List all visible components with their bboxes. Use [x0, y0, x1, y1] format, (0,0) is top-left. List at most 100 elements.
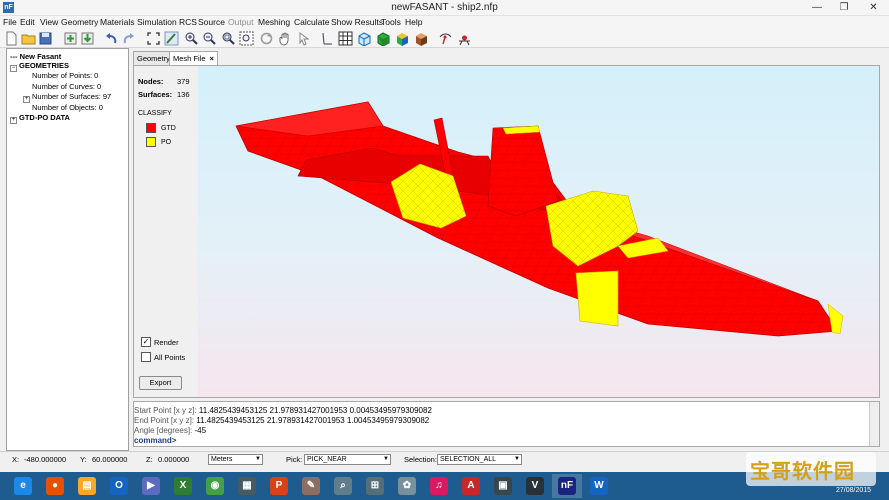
render-label: Render: [154, 338, 179, 347]
taskbar-button[interactable]: e: [8, 474, 38, 498]
tab-mesh-file-label: Mesh File: [173, 54, 206, 63]
expand-icon[interactable]: +: [23, 96, 30, 103]
taskbar-button[interactable]: ◉: [200, 474, 230, 498]
tree-root[interactable]: --- New Fasant: [10, 52, 61, 61]
menu-file[interactable]: File: [3, 16, 17, 28]
zoom-extents-icon[interactable]: [239, 31, 254, 46]
menu-simulation[interactable]: Simulation: [137, 16, 177, 28]
expand-icon[interactable]: +: [10, 117, 17, 124]
grid-icon[interactable]: [338, 31, 353, 46]
pick-select[interactable]: PICK_NEAR ▼: [304, 454, 391, 465]
taskbar-button[interactable]: ▤: [72, 474, 102, 498]
command-console[interactable]: Start Point [x y z]: 11.4825439453125 21…: [133, 401, 880, 447]
taskbar-button[interactable]: ♫: [424, 474, 454, 498]
open-folder-icon[interactable]: [21, 31, 36, 46]
menu-materials[interactable]: Materials: [100, 16, 134, 28]
tree-item-curves[interactable]: Number of Curves: 0: [32, 82, 101, 91]
all-points-checkbox[interactable]: [141, 352, 151, 362]
taskbar-button[interactable]: P: [264, 474, 294, 498]
menu-source[interactable]: Source: [198, 16, 225, 28]
start-point-label: Start Point [x y z]:: [134, 406, 197, 415]
tree-item-objects[interactable]: Number of Objects: 0: [32, 103, 103, 112]
taskbar-button[interactable]: ⊞: [360, 474, 390, 498]
minimize-button[interactable]: —: [804, 0, 830, 16]
surfaces-value: 136: [177, 90, 190, 99]
observer-icon[interactable]: [457, 31, 472, 46]
taskbar-button[interactable]: ✎: [296, 474, 326, 498]
selection-label: Selection:: [404, 455, 437, 464]
taskbar-button[interactable]: ▣: [488, 474, 518, 498]
menu-geometry[interactable]: Geometry: [61, 16, 98, 28]
collapse-icon[interactable]: −: [10, 65, 17, 72]
fit-view-icon[interactable]: [146, 31, 161, 46]
line-icon[interactable]: [320, 31, 335, 46]
solid-cube-color-icon[interactable]: [395, 31, 410, 46]
save-icon[interactable]: [38, 31, 53, 46]
taskbar-button[interactable]: O: [104, 474, 134, 498]
tab-close-icon[interactable]: ×: [210, 54, 214, 63]
console-end-point: End Point [x y z]: 11.4825439453125 21.9…: [134, 416, 429, 425]
menu-rcs[interactable]: RCS: [179, 16, 197, 28]
menu-tools[interactable]: Tools: [381, 16, 401, 28]
console-scrollbar[interactable]: [869, 402, 879, 446]
clock-date: 27/08/2015: [836, 487, 872, 494]
units-select[interactable]: Meters ▼: [208, 454, 263, 465]
menu-help[interactable]: Help: [405, 16, 422, 28]
taskbar-button[interactable]: ⌕: [328, 474, 358, 498]
taskbar-button[interactable]: W: [584, 474, 614, 498]
x-coord-label: X:: [12, 455, 20, 464]
tree-node-gtd[interactable]: + GTD-PO DATA: [10, 113, 70, 124]
zoom-window-icon[interactable]: [221, 31, 236, 46]
z-coord-label: Z:: [146, 455, 153, 464]
menu-meshing[interactable]: Meshing: [258, 16, 290, 28]
maximize-button[interactable]: ❐: [831, 0, 857, 16]
menu-calculate[interactable]: Calculate: [294, 16, 329, 28]
menu-output[interactable]: Output: [228, 16, 254, 28]
tree-item-surfaces[interactable]: + Number of Surfaces: 97: [23, 92, 111, 103]
command-prompt[interactable]: command>: [134, 436, 176, 445]
select-arrow-icon[interactable]: [297, 31, 312, 46]
solid-cube-green-icon[interactable]: [376, 31, 391, 46]
file-explorer-icon: ▤: [78, 477, 96, 495]
render-checkbox[interactable]: ✓: [141, 337, 151, 347]
redo-icon[interactable]: [121, 31, 136, 46]
taskbar-button[interactable]: ▦: [232, 474, 262, 498]
menu-show-results[interactable]: Show Results: [331, 16, 383, 28]
pick-icon[interactable]: [164, 31, 179, 46]
menu-edit[interactable]: Edit: [20, 16, 35, 28]
y-coord-value: 60.000000: [92, 455, 128, 464]
wireframe-cube-icon[interactable]: [357, 31, 372, 46]
add-icon[interactable]: [63, 31, 78, 46]
watermark: 宝哥软件园: [746, 452, 876, 486]
solid-cube-brown-icon[interactable]: [414, 31, 429, 46]
close-button[interactable]: ✕: [858, 0, 889, 16]
po-swatch: [146, 137, 156, 147]
angle-value: -45: [194, 426, 207, 435]
pan-hand-icon[interactable]: [278, 31, 293, 46]
taskbar-button[interactable]: nF: [552, 474, 582, 498]
export-button[interactable]: Export: [139, 376, 182, 390]
nodes-label: Nodes:: [138, 77, 164, 86]
project-tree[interactable]: --- New Fasant − GEOMETRIES Number of Poi…: [6, 48, 129, 451]
selection-select[interactable]: SELECTION_ALL ▼: [437, 454, 522, 465]
new-file-icon[interactable]: [4, 31, 19, 46]
taskbar-button[interactable]: A: [456, 474, 486, 498]
import-icon[interactable]: [80, 31, 95, 46]
tab-mesh-file[interactable]: Mesh File ×: [169, 51, 218, 65]
taskbar-button[interactable]: ▶: [136, 474, 166, 498]
tab-geometry[interactable]: Geometry: [133, 51, 174, 65]
tree-item-points[interactable]: Number of Points: 0: [32, 71, 98, 80]
menu-view[interactable]: View: [40, 16, 58, 28]
taskbar-button[interactable]: ✿: [392, 474, 422, 498]
3d-viewport[interactable]: [198, 66, 879, 397]
taskbar-button[interactable]: V: [520, 474, 550, 498]
undo-icon[interactable]: [104, 31, 119, 46]
outlook-icon: O: [110, 477, 128, 495]
zoom-in-icon[interactable]: [184, 31, 199, 46]
taskbar-button[interactable]: X: [168, 474, 198, 498]
taskbar-button[interactable]: ●: [40, 474, 70, 498]
source-icon[interactable]: [438, 31, 453, 46]
word-icon: W: [590, 477, 608, 495]
zoom-out-icon[interactable]: [202, 31, 217, 46]
rotate-icon[interactable]: [259, 31, 274, 46]
